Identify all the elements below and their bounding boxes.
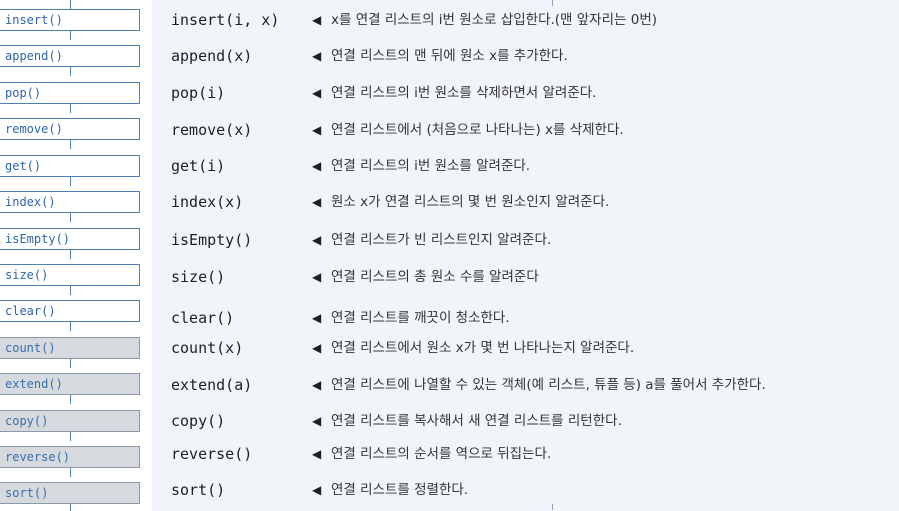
method-row-copy: copy() ◀ 연결 리스트를 복사해서 새 연결 리스트를 리턴한다. (152, 408, 899, 434)
method-signature: pop(i) (171, 84, 226, 102)
method-signature: append(x) (171, 47, 253, 65)
sidebar-item-append[interactable]: append() (0, 45, 140, 67)
method-row-append: append(x) ◀ 연결 리스트의 맨 뒤에 원소 x를 추가한다. (152, 43, 899, 69)
connector-tick (70, 286, 71, 295)
method-signature: count(x) (171, 339, 244, 357)
method-signature: clear() (171, 309, 235, 327)
pointer-arrow-icon: ◀ (312, 270, 322, 284)
method-description-panel: insert(i, x) ◀ x를 연결 리스트의 i번 원소로 삽입한다.(맨… (152, 0, 899, 511)
pointer-arrow-icon: ◀ (312, 159, 322, 173)
method-description: 연결 리스트의 맨 뒤에 원소 x를 추가한다. (331, 48, 568, 64)
connector-tick (70, 395, 71, 404)
method-row-size: size() ◀ 연결 리스트의 총 원소 수를 알려준다 (152, 264, 899, 290)
sidebar-item-index[interactable]: index() (0, 191, 140, 213)
top-divider (552, 0, 553, 6)
sidebar-item-copy[interactable]: copy() (0, 410, 140, 432)
sidebar-item-isempty[interactable]: isEmpty() (0, 228, 140, 250)
connector-tick (70, 504, 71, 511)
connector-tick (70, 67, 71, 76)
sidebar-item-extend[interactable]: extend() (0, 373, 140, 395)
method-row-extend: extend(a) ◀ 연결 리스트에 나열할 수 있는 객체(예 리스트, 튜… (152, 372, 899, 398)
method-signature: size() (171, 268, 226, 286)
sidebar-item-size[interactable]: size() (0, 264, 140, 286)
bottom-divider (552, 504, 553, 510)
pointer-arrow-icon: ◀ (312, 483, 322, 497)
connector-tick (70, 31, 71, 40)
method-signature: sort() (171, 481, 226, 499)
method-row-count: count(x) ◀ 연결 리스트에서 원소 x가 몇 번 나타나는지 알려준다… (152, 335, 899, 361)
method-row-index: index(x) ◀ 원소 x가 연결 리스트의 몇 번 원소인지 알려준다. (152, 189, 899, 215)
sidebar-item-pop[interactable]: pop() (0, 82, 140, 104)
pointer-arrow-icon: ◀ (312, 13, 322, 27)
method-description: 연결 리스트가 빈 리스트인지 알려준다. (331, 232, 552, 248)
sidebar-item-insert[interactable]: insert() (0, 9, 140, 31)
method-row-remove: remove(x) ◀ 연결 리스트에서 (처음으로 나타나는) x를 삭제한다… (152, 117, 899, 143)
pointer-arrow-icon: ◀ (312, 341, 322, 355)
method-signature: isEmpty() (171, 231, 253, 249)
method-row-get: get(i) ◀ 연결 리스트의 i번 원소를 알려준다. (152, 153, 899, 179)
connector-tick (70, 0, 71, 9)
sidebar-item-remove[interactable]: remove() (0, 118, 140, 140)
connector-tick (70, 213, 71, 222)
method-description: x를 연결 리스트의 i번 원소로 삽입한다.(맨 앞자리는 0번) (331, 12, 658, 28)
method-signature: get(i) (171, 157, 226, 175)
method-signature: insert(i, x) (171, 11, 280, 29)
pointer-arrow-icon: ◀ (312, 195, 322, 209)
connector-tick (70, 177, 71, 186)
method-signature: remove(x) (171, 121, 253, 139)
method-description: 연결 리스트의 i번 원소를 삭제하면서 알려준다. (331, 85, 597, 101)
method-description: 원소 x가 연결 리스트의 몇 번 원소인지 알려준다. (331, 194, 610, 210)
method-description: 연결 리스트를 정렬한다. (331, 482, 469, 498)
sidebar-item-clear[interactable]: clear() (0, 300, 140, 322)
method-signature: copy() (171, 412, 226, 430)
method-row-pop: pop(i) ◀ 연결 리스트의 i번 원소를 삭제하면서 알려준다. (152, 80, 899, 106)
method-description: 연결 리스트를 깨끗이 청소한다. (331, 310, 510, 326)
method-signature: reverse() (171, 445, 253, 463)
method-signature: extend(a) (171, 376, 253, 394)
pointer-arrow-icon: ◀ (312, 378, 322, 392)
method-description: 연결 리스트에서 (처음으로 나타나는) x를 삭제한다. (331, 122, 624, 138)
sidebar-item-count[interactable]: count() (0, 337, 140, 359)
connector-tick (70, 104, 71, 113)
pointer-arrow-icon: ◀ (312, 233, 322, 247)
method-description: 연결 리스트의 순서를 역으로 뒤집는다. (331, 446, 552, 462)
method-description: 연결 리스트의 i번 원소를 알려준다. (331, 158, 531, 174)
sidebar-item-sort[interactable]: sort() (0, 482, 140, 504)
connector-tick (70, 432, 71, 441)
method-description: 연결 리스트에 나열할 수 있는 객체(예 리스트, 튜플 등) a를 풀어서 … (331, 377, 766, 393)
connector-tick (70, 322, 71, 331)
connector-tick (70, 140, 71, 149)
pointer-arrow-icon: ◀ (312, 86, 322, 100)
method-description: 연결 리스트를 복사해서 새 연결 리스트를 리턴한다. (331, 413, 622, 429)
method-index-sidebar: insert() append() pop() remove() get() i… (0, 0, 143, 511)
method-description: 연결 리스트에서 원소 x가 몇 번 나타나는지 알려준다. (331, 340, 635, 356)
method-row-sort: sort() ◀ 연결 리스트를 정렬한다. (152, 477, 899, 503)
method-signature: index(x) (171, 193, 244, 211)
pointer-arrow-icon: ◀ (312, 447, 322, 461)
connector-tick (70, 468, 71, 477)
method-description: 연결 리스트의 총 원소 수를 알려준다 (331, 269, 539, 285)
method-row-isempty: isEmpty() ◀ 연결 리스트가 빈 리스트인지 알려준다. (152, 227, 899, 253)
connector-tick (70, 359, 71, 368)
method-row-reverse: reverse() ◀ 연결 리스트의 순서를 역으로 뒤집는다. (152, 441, 899, 467)
pointer-arrow-icon: ◀ (312, 123, 322, 137)
connector-tick (70, 250, 71, 259)
sidebar-item-get[interactable]: get() (0, 155, 140, 177)
pointer-arrow-icon: ◀ (312, 49, 322, 63)
sidebar-item-reverse[interactable]: reverse() (0, 446, 140, 468)
method-row-clear: clear() ◀ 연결 리스트를 깨끗이 청소한다. (152, 305, 899, 331)
method-row-insert: insert(i, x) ◀ x를 연결 리스트의 i번 원소로 삽입한다.(맨… (152, 7, 899, 33)
pointer-arrow-icon: ◀ (312, 311, 322, 325)
pointer-arrow-icon: ◀ (312, 414, 322, 428)
